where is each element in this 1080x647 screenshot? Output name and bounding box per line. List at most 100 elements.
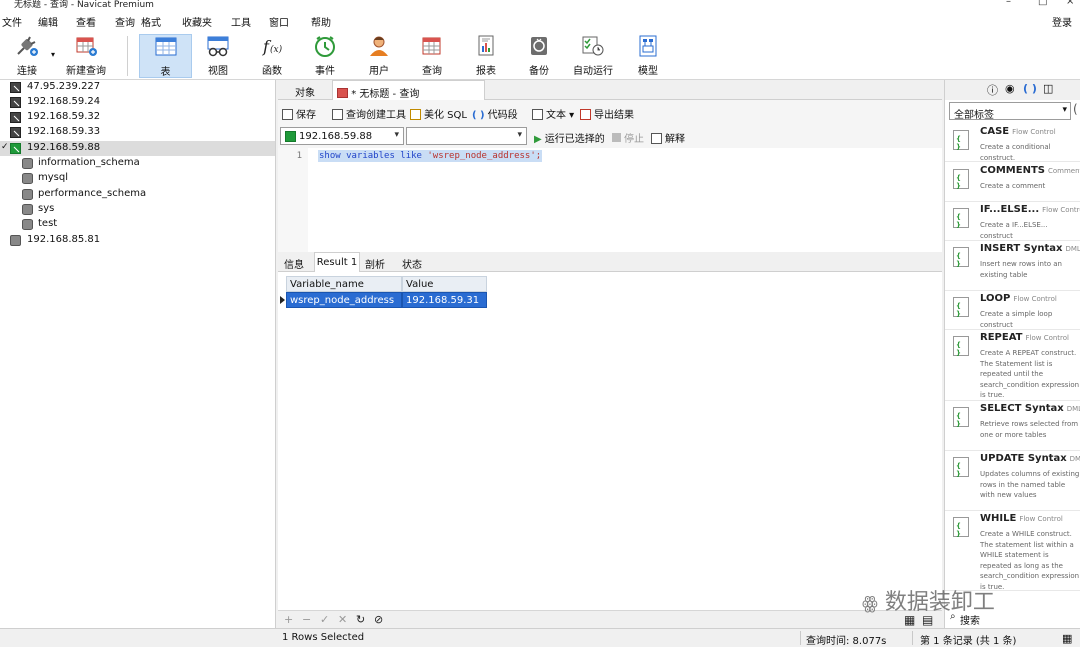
result-grid: Variable_name Value wsrep_node_address 1…: [278, 272, 942, 610]
snippet-item[interactable]: CASEFlow Control Create a conditional co…: [945, 124, 1080, 162]
connect-button[interactable]: 连接: [6, 34, 48, 78]
beautify-sql-button[interactable]: 美化 SQL: [410, 106, 467, 121]
apply-icon[interactable]: ✓: [320, 613, 329, 626]
snippet-item[interactable]: LOOPFlow Control Create a simple loop co…: [945, 291, 1080, 330]
tree-connection[interactable]: 192.168.59.32: [0, 110, 275, 125]
tree-database[interactable]: information_schema: [0, 156, 275, 171]
view-button[interactable]: 视图: [198, 34, 238, 78]
tab-profile[interactable]: 剖析: [365, 252, 385, 272]
query-button[interactable]: 查询: [412, 34, 452, 78]
menu-help[interactable]: 帮助: [311, 14, 331, 29]
table-cell[interactable]: 192.168.59.31: [402, 292, 487, 308]
snippet-item[interactable]: COMMENTSComment Create a comment: [945, 163, 1080, 202]
connection-row: 192.168.59.88 ▾ ▾ ▶ 运行已选择的 停止 解释: [278, 124, 942, 148]
panel-layout-icon[interactable]: ◫: [1043, 82, 1053, 95]
model-button[interactable]: 模型: [628, 34, 668, 78]
menu-view[interactable]: 查看: [76, 14, 96, 29]
query-icon: [422, 37, 441, 55]
tree-connection-selected[interactable]: ✓ 192.168.59.88: [0, 141, 275, 156]
function-button[interactable]: f (x) 函数: [252, 34, 292, 78]
snippet-toggle-icon[interactable]: (: [1073, 102, 1078, 116]
snippet-item[interactable]: IF...ELSE...Flow Control Create a IF...E…: [945, 202, 1080, 241]
new-query-button[interactable]: 新建查询: [64, 34, 108, 78]
delete-row-icon[interactable]: −: [302, 613, 311, 626]
tree-database[interactable]: sys: [0, 202, 275, 217]
save-button[interactable]: 保存: [282, 106, 316, 121]
code-snippet-button[interactable]: ( ) 代码段: [472, 106, 518, 121]
tab-result-1[interactable]: Result 1: [314, 252, 360, 272]
backup-icon: [531, 37, 547, 55]
menu-tools[interactable]: 工具: [231, 14, 251, 29]
column-header[interactable]: Variable_name: [286, 276, 402, 292]
snippet-item[interactable]: INSERT SyntaxDML Insert new rows into an…: [945, 241, 1080, 291]
snippet-item[interactable]: UPDATE SyntaxDML Updates columns of exis…: [945, 451, 1080, 511]
database-select[interactable]: ▾: [406, 127, 527, 145]
tree-database[interactable]: test: [0, 217, 275, 232]
table-icon: [155, 37, 176, 56]
close-icon[interactable]: ×: [1066, 0, 1074, 7]
sql-editor[interactable]: 1 show variables like 'wsrep_node_addres…: [278, 148, 942, 252]
new-query-icon: [76, 37, 97, 56]
snippet-item[interactable]: REPEATFlow Control Create A REPEAT const…: [945, 330, 1080, 401]
export-result-button[interactable]: 导出结果: [580, 106, 634, 121]
tab-info[interactable]: 信息: [284, 252, 304, 272]
snippet-icon: [953, 247, 969, 268]
code-snippet-icon[interactable]: ( ): [1023, 82, 1037, 95]
event-button[interactable]: 事件: [305, 34, 345, 78]
info-icon[interactable]: ⓘ: [987, 82, 998, 98]
sql-text[interactable]: show variables like 'wsrep_node_address'…: [318, 150, 543, 162]
window-title: 无标题 - 查询 - Navicat Premium: [14, 0, 154, 10]
login-button[interactable]: 登录: [1052, 14, 1072, 29]
discard-icon[interactable]: ✕: [338, 613, 347, 626]
expand-chevron-icon[interactable]: ✓: [1, 142, 9, 152]
minimize-icon[interactable]: –: [1006, 0, 1011, 7]
add-row-icon[interactable]: +: [284, 613, 293, 626]
connect-dropdown-icon[interactable]: ▾: [51, 50, 55, 59]
snippet-icon: [953, 517, 969, 538]
tree-database[interactable]: mysql: [0, 171, 275, 186]
tab-status[interactable]: 状态: [402, 252, 422, 272]
stop-circle-icon[interactable]: ⊘: [374, 613, 383, 626]
tree-connection[interactable]: 47.95.239.227: [0, 80, 275, 95]
grid-nav-bar: + − ✓ ✕ ↻ ⊘ ▦ ▤: [278, 610, 942, 628]
run-selected-button[interactable]: ▶ 运行已选择的: [534, 130, 605, 145]
menu-query[interactable]: 查询: [115, 14, 135, 29]
connection-icon: [10, 82, 21, 93]
table-cell[interactable]: wsrep_node_address: [286, 292, 402, 308]
user-button[interactable]: 用户: [359, 34, 399, 78]
eye-icon[interactable]: ◉: [1005, 82, 1015, 95]
table-button[interactable]: 表: [139, 34, 192, 78]
menu-format[interactable]: 格式: [141, 14, 161, 29]
tab-query[interactable]: * 无标题 - 查询: [332, 80, 485, 100]
menu-file[interactable]: 文件: [2, 14, 22, 29]
tree-database[interactable]: performance_schema: [0, 187, 275, 202]
column-header[interactable]: Value: [402, 276, 487, 292]
database-icon: [22, 219, 33, 230]
tree-connection[interactable]: 192.168.59.24: [0, 95, 275, 110]
refresh-icon[interactable]: ↻: [356, 613, 365, 626]
query-builder-button[interactable]: 查询创建工具: [332, 106, 406, 121]
snippet-search[interactable]: ⌕ 搜索: [944, 610, 1080, 628]
menu-favorites[interactable]: 收藏夹: [182, 14, 212, 29]
tree-connection[interactable]: 192.168.59.33: [0, 125, 275, 140]
text-button[interactable]: 文本 ▾: [532, 106, 574, 121]
explain-button[interactable]: 解释: [651, 130, 685, 145]
menu-edit[interactable]: 编辑: [38, 14, 58, 29]
grid-view-icon[interactable]: ▦: [1062, 632, 1072, 645]
menu-bar: 文件 编辑 查看 查询 格式 收藏夹 工具 窗口 帮助 登录: [0, 10, 1080, 30]
clock-icon: [315, 36, 335, 57]
connection-select[interactable]: 192.168.59.88 ▾: [280, 127, 404, 145]
snippet-item[interactable]: WHILEFlow Control Create a WHILE constru…: [945, 511, 1080, 591]
maximize-icon[interactable]: □: [1038, 0, 1047, 7]
tag-filter-select[interactable]: 全部标签 ▾: [949, 102, 1071, 121]
tab-objects[interactable]: 对象: [278, 80, 332, 100]
backup-button[interactable]: 备份: [519, 34, 559, 78]
autorun-button[interactable]: 自动运行: [572, 34, 614, 78]
text-icon: [532, 109, 543, 120]
query-toolbar: 保存 查询创建工具 美化 SQL ( ) 代码段 文本 ▾ 导出结果: [278, 100, 942, 124]
menu-window[interactable]: 窗口: [269, 14, 289, 29]
report-button[interactable]: 报表: [466, 34, 506, 78]
snippet-item[interactable]: SELECT SyntaxDML Retrieve rows selected …: [945, 401, 1080, 451]
tree-connection[interactable]: 192.168.85.81: [0, 233, 275, 248]
stop-button[interactable]: 停止: [612, 130, 644, 145]
